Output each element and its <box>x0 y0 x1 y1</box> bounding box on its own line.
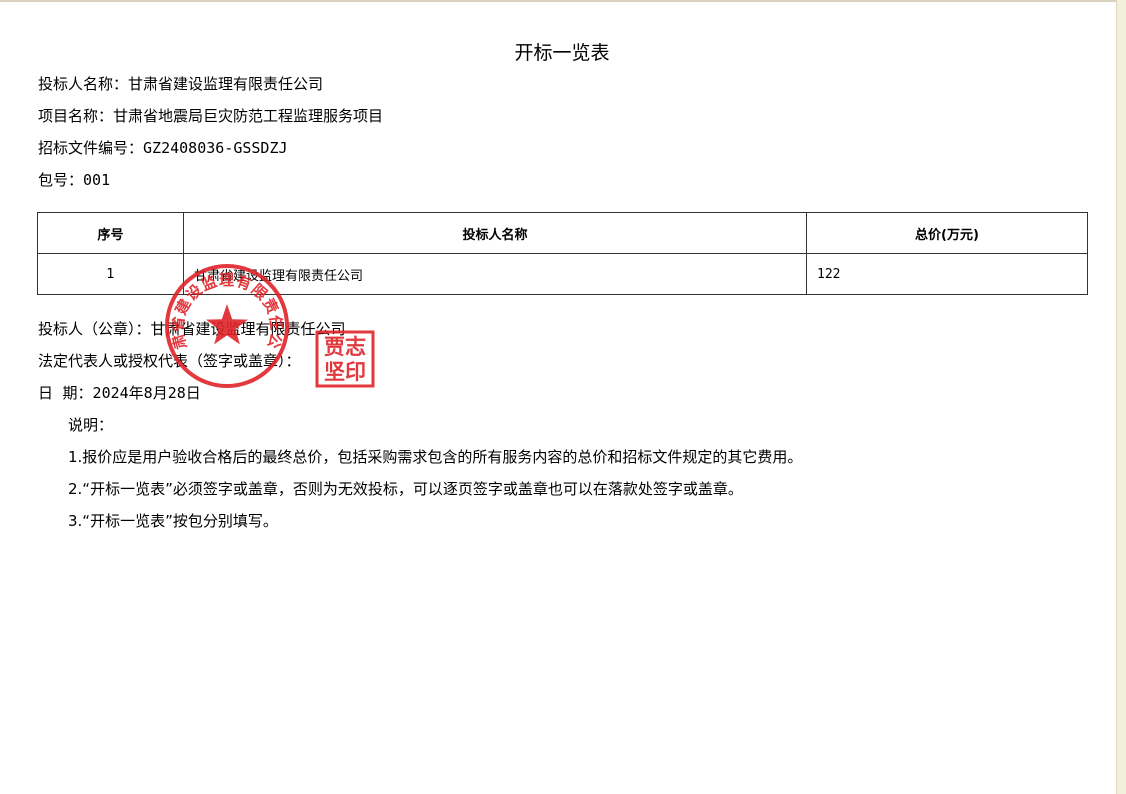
header-total-price: 总价(万元) <box>806 212 1088 254</box>
cell-total-price: 122 <box>806 253 1088 295</box>
package-number-line: 包号：001 <box>38 170 110 190</box>
header-serial-number: 序号 <box>37 212 184 254</box>
table-row: 1 甘肃省建设监理有限责任公司 122 <box>37 253 1088 295</box>
date-value: 2024年8月28日 <box>92 384 201 402</box>
tender-number-value: GZ2408036-GSSDZJ <box>143 139 288 157</box>
notes-heading: 说明： <box>68 416 114 434</box>
document-title: 开标一览表 <box>514 42 610 64</box>
bid-summary-table: 序号 投标人名称 总价(万元) 1 甘肃省建设监理有限责任公司 122 <box>37 212 1088 295</box>
legal-representative-line: 法定代表人或授权代表（签字或盖章）： <box>38 352 301 370</box>
date-line: 日 期：2024年8月28日 <box>38 383 201 403</box>
header-bidder-name: 投标人名称 <box>183 212 807 254</box>
bidder-name-line: 投标人名称：甘肃省建设监理有限责任公司 <box>38 75 324 93</box>
square-seal-text: 贾志坚印 <box>324 334 366 384</box>
project-name-line: 项目名称：甘肃省地震局巨灾防范工程监理服务项目 <box>38 107 384 125</box>
package-number-value: 001 <box>83 171 111 189</box>
tender-number-line: 招标文件编号：GZ2408036-GSSDZJ <box>38 138 288 158</box>
note-item-2: 2.“开标一览表”必须签字或盖章，否则为无效投标，可以逐页签字或盖章也可以在落款… <box>68 480 743 498</box>
table-header-row: 序号 投标人名称 总价(万元) <box>37 212 1088 254</box>
cell-bidder-name: 甘肃省建设监理有限责任公司 <box>183 253 807 295</box>
cell-serial-number: 1 <box>37 253 184 295</box>
tender-number-label: 招标文件编号： <box>38 139 144 157</box>
note-item-3: 3.“开标一览表”按包分别填写。 <box>68 512 278 530</box>
page-right-border <box>1116 0 1126 794</box>
company-stamp-line: 投标人（公章）：甘肃省建设监理有限责任公司 <box>38 320 346 338</box>
page-top-border <box>0 0 1126 2</box>
note-item-1: 1.报价应是用户验收合格后的最终总价，包括采购需求包含的所有服务内容的总价和招标… <box>68 448 803 466</box>
date-label: 日 期： <box>38 384 93 402</box>
package-number-label: 包号： <box>38 171 84 189</box>
